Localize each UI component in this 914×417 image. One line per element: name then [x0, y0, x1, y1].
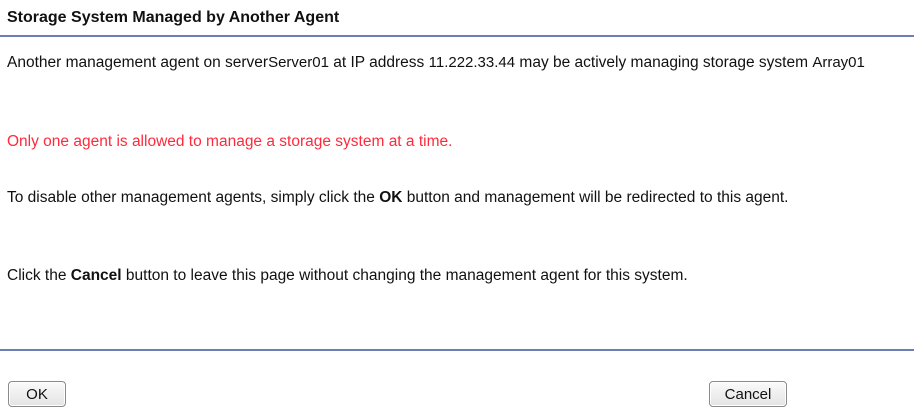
- cancel-instruction: Click the Cancel button to leave this pa…: [7, 265, 907, 287]
- ip-address: 11.222.33.44: [428, 54, 516, 71]
- cancel-instruction-post: button to leave this page without changi…: [121, 267, 688, 284]
- ok-instruction-post: button and management will be redirected…: [402, 189, 789, 206]
- ok-instruction-pre: To disable other management agents, simp…: [7, 189, 380, 206]
- conflict-message-storage-label: may be actively managing storage system: [515, 54, 813, 71]
- button-divider: [0, 349, 914, 351]
- server-name: Server01: [268, 54, 329, 71]
- conflict-message-intro: Another management agent on server: [7, 54, 269, 71]
- warning-message: Only one agent is allowed to manage a st…: [7, 133, 453, 150]
- ok-instruction: To disable other management agents, simp…: [7, 187, 907, 209]
- ok-instruction-button-name: OK: [379, 189, 403, 206]
- storage-system-name: Array01: [812, 54, 865, 71]
- conflict-message-ip-label: at IP address: [328, 54, 429, 71]
- cancel-instruction-button-name: Cancel: [70, 267, 122, 284]
- cancel-instruction-pre: Click the: [7, 267, 71, 284]
- conflict-message: Another management agent on serverServer…: [7, 52, 907, 74]
- cancel-button[interactable]: Cancel: [709, 381, 787, 407]
- page-title: Storage System Managed by Another Agent: [7, 9, 340, 26]
- agent-conflict-page: Storage System Managed by Another Agent …: [0, 0, 914, 417]
- ok-button[interactable]: OK: [8, 381, 66, 407]
- title-divider: [0, 35, 914, 37]
